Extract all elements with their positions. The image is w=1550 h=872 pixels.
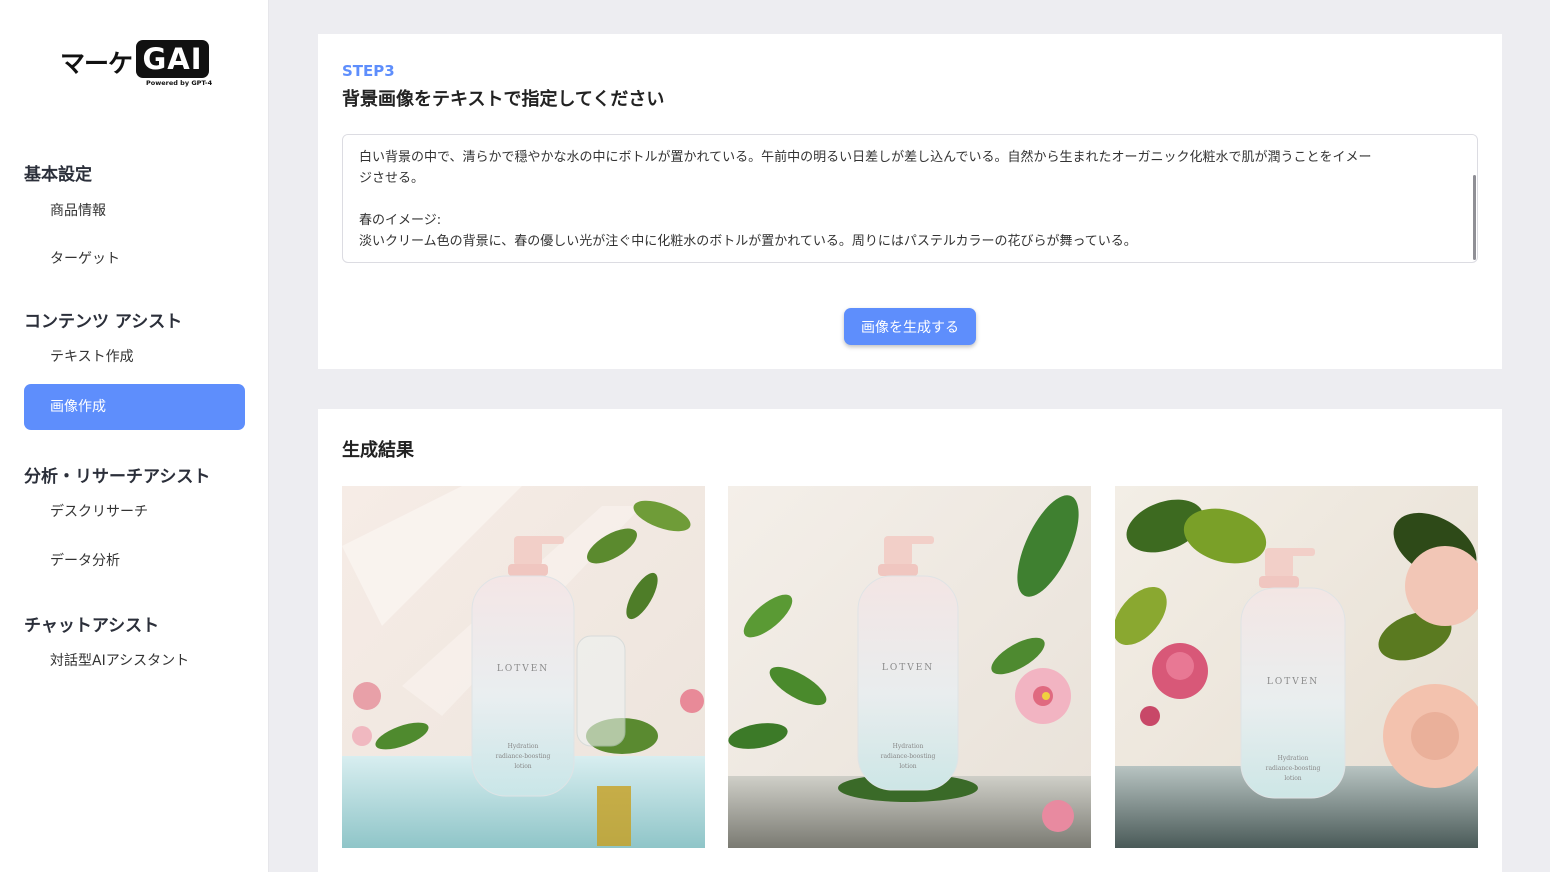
nav-section-chat-assist: チャットアシスト: [24, 616, 160, 636]
nav-section-content-assist: コンテンツ アシスト: [24, 312, 183, 332]
generated-image-2-art: LOTVEN Hydration radiance-boosting lotio…: [728, 486, 1091, 848]
sidebar-item-ai-assistant[interactable]: 対話型AIアシスタント: [24, 638, 245, 684]
logo-kana: マーケ: [60, 49, 133, 78]
sidebar: マーケ GAI Powered by GPT-4 基本設定 商品情報 ターゲット…: [0, 0, 269, 872]
logo-gai-box: GAI: [136, 40, 209, 78]
label-line-2-1: Hydration: [893, 743, 924, 750]
sidebar-item-image-creation[interactable]: 画像作成: [24, 384, 245, 430]
sidebar-item-desk-research[interactable]: デスクリサーチ: [24, 489, 245, 535]
results-card: 生成結果 LOTVEN Hydration radiance-boosting …: [318, 409, 1502, 872]
brand-text-1: LOTVEN: [497, 664, 549, 674]
logo-powered-by: Powered by GPT-4: [146, 79, 213, 87]
step-label: STEP3: [342, 62, 395, 80]
label-line-2-3: lotion: [899, 763, 916, 770]
sidebar-item-data-analysis[interactable]: データ分析: [24, 538, 245, 584]
label-line-1-2: radiance-boosting: [496, 753, 551, 760]
label-line-3-3: lotion: [1284, 775, 1301, 782]
sidebar-item-target[interactable]: ターゲット: [24, 236, 245, 282]
label-line-2-2: radiance-boosting: [881, 753, 936, 760]
nav-section-analysis-research: 分析・リサーチアシスト: [24, 467, 211, 487]
label-line-1-1: Hydration: [508, 743, 539, 750]
brand-text-3: LOTVEN: [1267, 677, 1319, 687]
app-logo[interactable]: マーケ GAI Powered by GPT-4: [60, 40, 213, 88]
prompt-scrollbar[interactable]: [1471, 135, 1477, 262]
generated-image-3-art: LOTVEN Hydration radiance-boosting lotio…: [1115, 486, 1478, 848]
results-title: 生成結果: [342, 440, 414, 461]
generated-image-1[interactable]: LOTVEN Hydration radiance-boosting lotio…: [342, 486, 705, 848]
prompt-text: 白い背景の中で、清らかで穏やかな水の中にボトルが置かれている。午前中の明るい日差…: [359, 150, 1372, 249]
step-title: 背景画像をテキストで指定してください: [342, 89, 665, 110]
generated-image-3[interactable]: LOTVEN Hydration radiance-boosting lotio…: [1115, 486, 1478, 848]
label-line-1-3: lotion: [514, 763, 531, 770]
generate-image-button[interactable]: 画像を生成する: [844, 308, 976, 345]
step3-card: STEP3 背景画像をテキストで指定してください 白い背景の中で、清らかで穏やか…: [318, 34, 1502, 369]
brand-text-2: LOTVEN: [882, 663, 934, 673]
sidebar-item-text-creation[interactable]: テキスト作成: [24, 334, 245, 380]
generated-image-2[interactable]: LOTVEN Hydration radiance-boosting lotio…: [728, 486, 1091, 848]
nav-section-basic-settings: 基本設定: [24, 165, 92, 185]
generated-image-1-art: LOTVEN Hydration radiance-boosting lotio…: [342, 486, 705, 848]
prompt-top-fade: [343, 135, 1477, 145]
sidebar-item-product-info[interactable]: 商品情報: [24, 188, 245, 234]
background-prompt-textarea[interactable]: 白い背景の中で、清らかで穏やかな水の中にボトルが置かれている。午前中の明るい日差…: [342, 134, 1478, 263]
prompt-scrollbar-thumb[interactable]: [1473, 175, 1476, 260]
label-line-3-1: Hydration: [1278, 755, 1309, 762]
label-line-3-2: radiance-boosting: [1266, 765, 1321, 772]
